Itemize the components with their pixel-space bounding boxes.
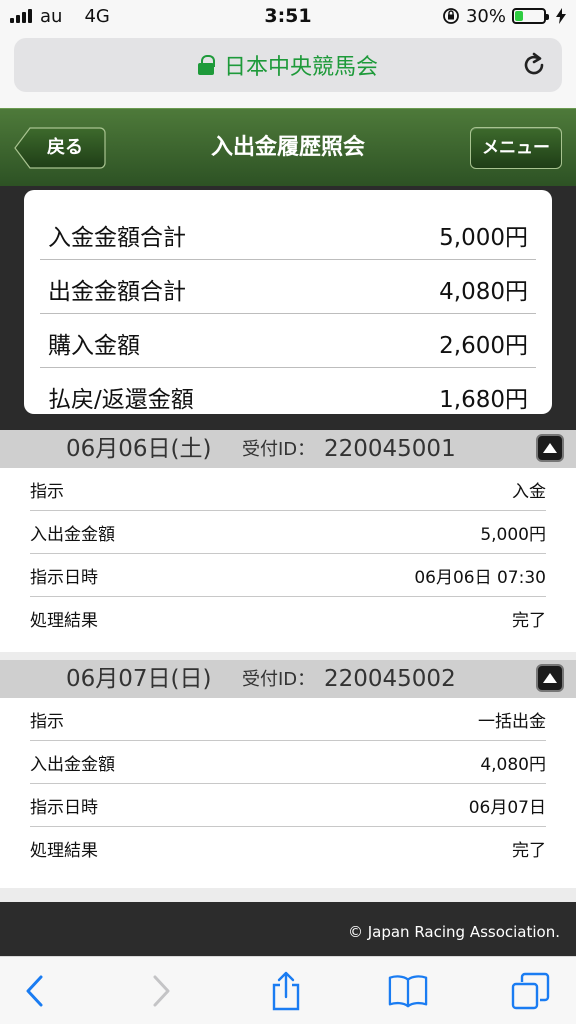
app-header: 入出金履歴照会 戻る メニュー	[0, 108, 576, 186]
record-label: 処理結果	[30, 841, 98, 861]
record-row: 指示 入金	[30, 468, 546, 511]
collapse-up-icon	[543, 673, 557, 683]
record-row: 処理結果 完了	[30, 597, 546, 640]
record-value: 一括出金	[478, 711, 546, 732]
record-row: 入出金金額 5,000円	[30, 511, 546, 554]
record-label: 指示日時	[30, 797, 98, 818]
record-date: 06月07日(日)	[66, 666, 212, 692]
summary-label: 出金金額合計	[48, 278, 186, 305]
tabs-icon	[511, 972, 550, 1010]
summary-row-deposit-total: 入金金額合計 5,000円	[40, 210, 536, 260]
summary-value: 5,000円	[439, 224, 528, 251]
site-name: 日本中央競馬会	[223, 55, 378, 80]
summary-label: 入金金額合計	[48, 224, 186, 251]
summary-row-withdrawal-total: 出金金額合計 4,080円	[40, 264, 536, 314]
record-id-label: 受付ID：	[242, 439, 316, 460]
book-icon	[388, 975, 428, 1008]
record-value: 完了	[512, 611, 546, 631]
orientation-lock-icon	[443, 8, 459, 24]
summary-row-purchase: 購入金額 2,600円	[40, 318, 536, 368]
record-value: 06月07日	[468, 797, 546, 818]
record-label: 指示	[30, 711, 64, 732]
record-value: 入金	[512, 481, 546, 502]
collapse-button[interactable]	[536, 664, 564, 692]
summary-row-refund: 払戻/返還金額 1,680円	[40, 372, 536, 422]
summary-card: 入金金額合計 5,000円 出金金額合計 4,080円 購入金額 2,600円 …	[24, 190, 552, 414]
browser-address-area: 日本中央競馬会	[0, 32, 576, 108]
record-value: 完了	[512, 841, 546, 861]
back-label: 戻る	[47, 137, 83, 158]
battery-percent: 30%	[465, 5, 506, 27]
summary-value: 4,080円	[439, 278, 528, 305]
record-header: 06月06日(土) 受付ID： 220045001	[0, 430, 576, 468]
share-button[interactable]	[266, 971, 306, 1011]
record-row: 指示日時 06月07日	[30, 784, 546, 827]
record-header: 06月07日(日) 受付ID： 220045002	[0, 660, 576, 698]
browser-back-button[interactable]	[14, 971, 54, 1011]
record-id: 220045001	[324, 436, 456, 462]
record-id: 220045002	[324, 666, 456, 692]
record-label: 入出金金額	[30, 754, 115, 775]
address-bar[interactable]: 日本中央競馬会	[14, 38, 562, 92]
footer: © Japan Racing Association.	[0, 902, 576, 956]
charging-icon	[556, 8, 566, 24]
record-date: 06月06日(土)	[66, 436, 212, 462]
menu-button[interactable]: メニュー	[470, 127, 562, 169]
collapse-up-icon	[543, 443, 557, 453]
summary-label: 購入金額	[48, 332, 140, 359]
summary-label: 払戻/返還金額	[48, 387, 194, 413]
status-bar: au 4G 3:51 30%	[0, 0, 576, 32]
battery-icon	[512, 8, 549, 24]
record-row: 指示 一括出金	[30, 698, 546, 741]
summary-value: 2,600円	[439, 332, 528, 359]
record-label: 入出金金額	[30, 524, 115, 545]
tabs-button[interactable]	[510, 971, 550, 1011]
browser-forward-button[interactable]	[142, 971, 182, 1011]
chevron-left-icon	[26, 975, 43, 1007]
record-label: 指示	[30, 481, 64, 502]
battery-fill	[515, 11, 524, 21]
history-record: 06月06日(土) 受付ID： 220045001 指示 入金 入出金金額 5,…	[0, 430, 576, 658]
browser-toolbar	[0, 956, 576, 1024]
history-record: 06月07日(日) 受付ID： 220045002 指示 一括出金 入出金金額 …	[0, 660, 576, 888]
collapse-button[interactable]	[536, 434, 564, 462]
record-label: 指示日時	[30, 567, 98, 588]
record-value: 5,000円	[480, 524, 546, 545]
record-gap	[0, 652, 576, 660]
lock-icon	[197, 55, 215, 75]
record-row: 入出金金額 4,080円	[30, 741, 546, 784]
bookmarks-button[interactable]	[388, 971, 428, 1011]
chevron-right-icon	[153, 975, 170, 1007]
record-value: 4,080円	[480, 754, 546, 775]
record-value: 06月06日 07:30	[414, 567, 546, 588]
record-row: 指示日時 06月06日 07:30	[30, 554, 546, 597]
record-label: 処理結果	[30, 611, 98, 631]
share-icon	[272, 971, 300, 1011]
copyright: © Japan Racing Association.	[347, 923, 560, 941]
record-id-label: 受付ID：	[242, 669, 316, 690]
record-row: 処理結果 完了	[30, 827, 546, 870]
status-right: 30%	[442, 0, 566, 32]
back-button[interactable]: 戻る	[14, 127, 106, 169]
reload-icon[interactable]	[520, 51, 548, 79]
summary-value: 1,680円	[439, 387, 528, 413]
summary-section: 入金金額合計 5,000円 出金金額合計 4,080円 購入金額 2,600円 …	[0, 186, 576, 430]
bottom-gap	[0, 888, 576, 902]
